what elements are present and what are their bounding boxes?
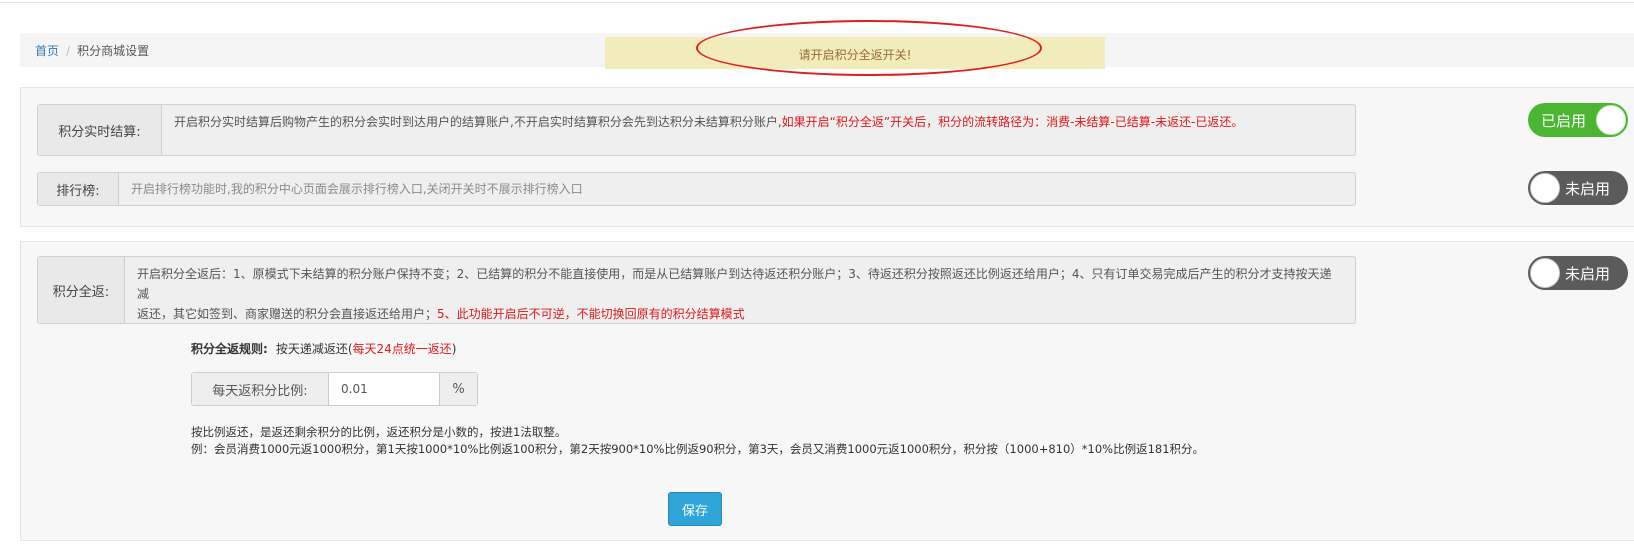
toggle-ranking[interactable]: 未启用 xyxy=(1528,171,1628,205)
breadcrumb-home-link[interactable]: 首页 xyxy=(35,44,59,58)
toggle-realtime-text: 已启用 xyxy=(1541,112,1587,130)
setting-label-ranking: 排行榜: xyxy=(38,173,119,205)
toggle-realtime-settlement[interactable]: 已启用 xyxy=(1528,103,1628,137)
settings-panel-basic: 积分实时结算: 开启积分实时结算后购物产生的积分会实时到达用户的结算账户,不开启… xyxy=(20,87,1634,227)
rule-value-highlight: 每天24点统一返还 xyxy=(352,342,452,356)
toggle-knob xyxy=(1530,258,1560,288)
setting-row-full-return: 积分全返: 开启积分全返后：1、原模式下未结算的积分账户保持不变；2、已结算的积… xyxy=(37,256,1356,324)
setting-desc-full-return-line1: 开启积分全返后：1、原模式下未结算的积分账户保持不变；2、已结算的积分不能直接使… xyxy=(137,267,1332,301)
rule-value-end: ) xyxy=(451,342,457,356)
ratio-input[interactable] xyxy=(329,373,439,405)
breadcrumb-current: 积分商城设置 xyxy=(77,44,150,58)
setting-row-realtime: 积分实时结算: 开启积分实时结算后购物产生的积分会实时到达用户的结算账户,不开启… xyxy=(37,104,1356,156)
setting-desc-realtime-normal: 开启积分实时结算后购物产生的积分会实时到达用户的结算账户,不开启实时结算积分会先… xyxy=(174,115,782,129)
rule-label: 积分全返规则: xyxy=(191,342,268,356)
note-rule-explanation: 按比例返还，是返还剩余积分的比例，返还积分是小数的，按进1法取整。 xyxy=(191,425,567,439)
setting-desc-full-return: 开启积分全返后：1、原模式下未结算的积分账户保持不变；2、已结算的积分不能直接使… xyxy=(125,257,1355,323)
toggle-knob xyxy=(1596,105,1626,135)
setting-desc-realtime: 开启积分实时结算后购物产生的积分会实时到达用户的结算账户,不开启实时结算积分会先… xyxy=(162,105,1255,155)
top-divider xyxy=(0,2,1634,3)
toggle-full-return[interactable]: 未启用 xyxy=(1528,256,1628,290)
note-rule-example: 例：会员消费1000元返1000积分，第1天按1000*10%比例返100积分，… xyxy=(191,442,1205,456)
toggle-full-return-text: 未启用 xyxy=(1565,265,1611,283)
setting-row-ranking: 排行榜: 开启排行榜功能时,我的积分中心页面会展示排行榜入口,关闭开关时不展示排… xyxy=(37,172,1356,206)
ratio-label: 每天返积分比例: xyxy=(192,373,329,405)
setting-desc-full-return-warning: 5、此功能开启后不可逆，不能切换回原有的积分结算模式 xyxy=(437,307,745,321)
breadcrumb: 首页 / 积分商城设置 xyxy=(35,42,149,59)
setting-desc-full-return-line2: 返还，其它如签到、商家赠送的积分会直接返还给用户； xyxy=(137,307,438,321)
setting-label-realtime: 积分实时结算: xyxy=(38,105,162,155)
toggle-ranking-text: 未启用 xyxy=(1565,180,1611,198)
annotation-highlight-ellipse xyxy=(696,20,1042,76)
setting-label-full-return: 积分全返: xyxy=(38,257,125,323)
save-button[interactable]: 保存 xyxy=(668,492,722,526)
setting-desc-realtime-warning: 如果开启“积分全返”开关后，积分的流转路径为：消费-未结算-已结算-未返还-已返… xyxy=(781,115,1244,129)
rule-value: 按天递减返还( xyxy=(275,342,353,356)
toggle-knob xyxy=(1530,173,1560,203)
ratio-input-group: 每天返积分比例: % xyxy=(191,372,478,406)
ratio-unit: % xyxy=(439,373,477,405)
full-return-rule: 积分全返规则: 按天递减返还(每天24点统一返还) xyxy=(191,340,456,357)
breadcrumb-separator: / xyxy=(66,44,71,58)
setting-desc-ranking: 开启排行榜功能时,我的积分中心页面会展示排行榜入口,关闭开关时不展示排行榜入口 xyxy=(131,182,583,196)
